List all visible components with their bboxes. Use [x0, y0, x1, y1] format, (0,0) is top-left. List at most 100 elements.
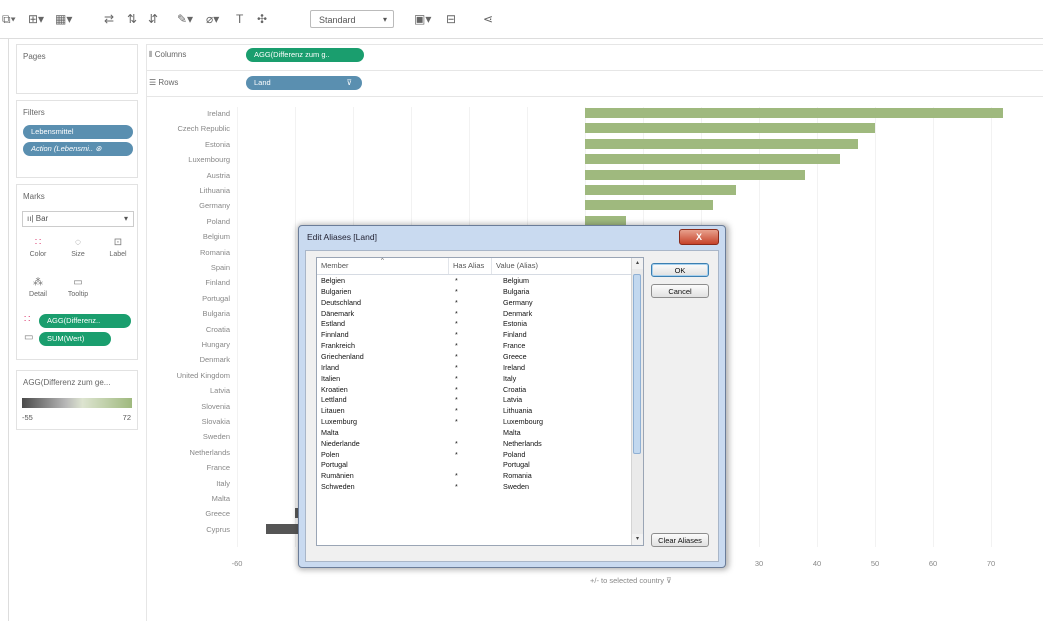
- header-has-alias[interactable]: Has Alias: [449, 258, 492, 274]
- scroll-down-icon[interactable]: ▾: [632, 534, 643, 545]
- alias-row[interactable]: Litauen * Lithuania: [317, 406, 633, 417]
- scroll-up-icon[interactable]: ▴: [632, 258, 643, 269]
- country-label: Belgium: [202, 232, 230, 242]
- alias-row[interactable]: Rumänien * Romania: [317, 471, 633, 482]
- gridline: [817, 107, 818, 547]
- member-cell: Estland: [321, 319, 345, 329]
- member-cell: Griechenland: [321, 351, 364, 361]
- alias-row[interactable]: Estland * Estonia: [317, 319, 633, 330]
- has-alias-cell: *: [455, 482, 458, 492]
- alias-row[interactable]: Finnland * Finland: [317, 330, 633, 341]
- country-label: Austria: [206, 170, 230, 180]
- bar[interactable]: [585, 123, 875, 134]
- alias-row[interactable]: Irland * Ireland: [317, 363, 633, 374]
- x-tick-label: 30: [754, 559, 764, 568]
- alias-value-cell: Germany: [503, 297, 533, 307]
- alias-value-cell: Denmark: [503, 308, 533, 318]
- alias-value-cell: Malta: [503, 427, 521, 437]
- country-label: Latvia: [209, 386, 230, 396]
- alias-row[interactable]: Griechenland * Greece: [317, 352, 633, 363]
- bar[interactable]: [585, 200, 713, 211]
- alias-value-cell: Ireland: [503, 362, 525, 372]
- bar[interactable]: [585, 185, 736, 195]
- alias-value-cell: Luxembourg: [503, 417, 543, 427]
- scrollbar[interactable]: ▴ ▾: [631, 258, 643, 545]
- member-cell: Irland: [321, 362, 339, 372]
- alias-value-cell: Poland: [503, 449, 526, 459]
- gridline: [991, 107, 992, 547]
- alias-row[interactable]: Niederlande * Netherlands: [317, 439, 633, 450]
- header-member[interactable]: Member ^: [317, 258, 449, 274]
- dialog-title: Edit Aliases [Land]: [307, 232, 377, 242]
- bar[interactable]: [585, 138, 858, 149]
- alias-row[interactable]: Belgien * Belgium: [317, 276, 633, 287]
- member-cell: Belgien: [321, 276, 345, 285]
- cancel-button[interactable]: Cancel: [651, 284, 709, 298]
- alias-row[interactable]: Dänemark * Denmark: [317, 309, 633, 320]
- country-label: Slovenia: [201, 401, 230, 411]
- alias-value-cell: Portugal: [503, 460, 530, 470]
- alias-list-header: Member ^ Has Alias Value (Alias): [317, 258, 633, 275]
- member-cell: Deutschland: [321, 297, 361, 307]
- bar[interactable]: [585, 108, 1003, 118]
- has-alias-cell: *: [455, 417, 458, 427]
- member-cell: Luxemburg: [321, 417, 357, 427]
- alias-row[interactable]: Polen * Poland: [317, 450, 633, 461]
- x-tick-label: -60: [231, 559, 243, 568]
- country-label: Malta: [211, 494, 230, 503]
- country-label: Luxembourg: [188, 155, 230, 165]
- country-label: Netherlands: [189, 447, 230, 457]
- country-label: Denmark: [199, 355, 230, 365]
- member-cell: Frankreich: [321, 341, 355, 351]
- x-axis-label-text: +/- to selected country: [590, 576, 664, 585]
- member-cell: Rumänien: [321, 471, 354, 481]
- country-label: United Kingdom: [176, 370, 230, 380]
- alias-row[interactable]: Frankreich * France: [317, 341, 633, 352]
- alias-row[interactable]: Schweden * Sweden: [317, 482, 633, 493]
- country-label: Hungary: [201, 340, 230, 349]
- alias-row[interactable]: Kroatien * Croatia: [317, 385, 633, 396]
- alias-value-cell: Sweden: [503, 482, 529, 492]
- country-label: Spain: [210, 263, 230, 272]
- bar[interactable]: [585, 169, 806, 180]
- sort-icon: ⊽: [666, 576, 672, 585]
- sort-up-icon: ^: [381, 258, 384, 264]
- has-alias-cell: *: [455, 449, 458, 459]
- x-axis-label: +/- to selected country ⊽: [590, 576, 672, 585]
- member-cell: Bulgarien: [321, 286, 352, 296]
- country-label: Lithuania: [199, 186, 230, 195]
- has-alias-cell: *: [455, 341, 458, 351]
- has-alias-cell: *: [455, 373, 458, 383]
- x-tick-label: 60: [928, 559, 938, 568]
- country-label: Czech Republic: [177, 124, 230, 134]
- alias-value-cell: Greece: [503, 351, 527, 361]
- alias-row[interactable]: Malta Malta: [317, 428, 633, 439]
- alias-list[interactable]: Member ^ Has Alias Value (Alias) Belgien *…: [316, 257, 644, 546]
- has-alias-cell: *: [455, 297, 458, 307]
- alias-value-cell: Netherlands: [503, 438, 542, 448]
- alias-row[interactable]: Deutschland * Germany: [317, 298, 633, 309]
- header-member-text: Member: [321, 261, 349, 270]
- member-cell: Schweden: [321, 482, 355, 492]
- alias-row[interactable]: Bulgarien * Bulgaria: [317, 287, 633, 298]
- clear-aliases-button[interactable]: Clear Aliases: [651, 533, 709, 547]
- header-value-alias[interactable]: Value (Alias): [492, 258, 633, 274]
- scroll-thumb[interactable]: [633, 274, 641, 454]
- ok-button[interactable]: OK: [651, 263, 709, 277]
- dialog-body: Member ^ Has Alias Value (Alias) Belgien *…: [305, 250, 719, 562]
- alias-row[interactable]: Lettland * Latvia: [317, 395, 633, 406]
- country-label: Poland: [206, 216, 230, 226]
- member-cell: Litauen: [321, 406, 345, 416]
- alias-row[interactable]: Portugal Portugal: [317, 460, 633, 471]
- edit-aliases-dialog: Edit Aliases [Land] X Member ^ Has Alias …: [298, 225, 726, 568]
- has-alias-cell: *: [455, 308, 458, 318]
- country-label: Estonia: [204, 139, 230, 149]
- has-alias-cell: *: [455, 384, 458, 394]
- has-alias-cell: *: [455, 362, 458, 372]
- close-button[interactable]: X: [679, 229, 719, 245]
- has-alias-cell: *: [455, 286, 458, 296]
- alias-row[interactable]: Luxemburg * Luxembourg: [317, 417, 633, 428]
- alias-value-cell: Romania: [503, 471, 532, 481]
- bar[interactable]: [585, 154, 841, 165]
- alias-row[interactable]: Italien * Italy: [317, 374, 633, 385]
